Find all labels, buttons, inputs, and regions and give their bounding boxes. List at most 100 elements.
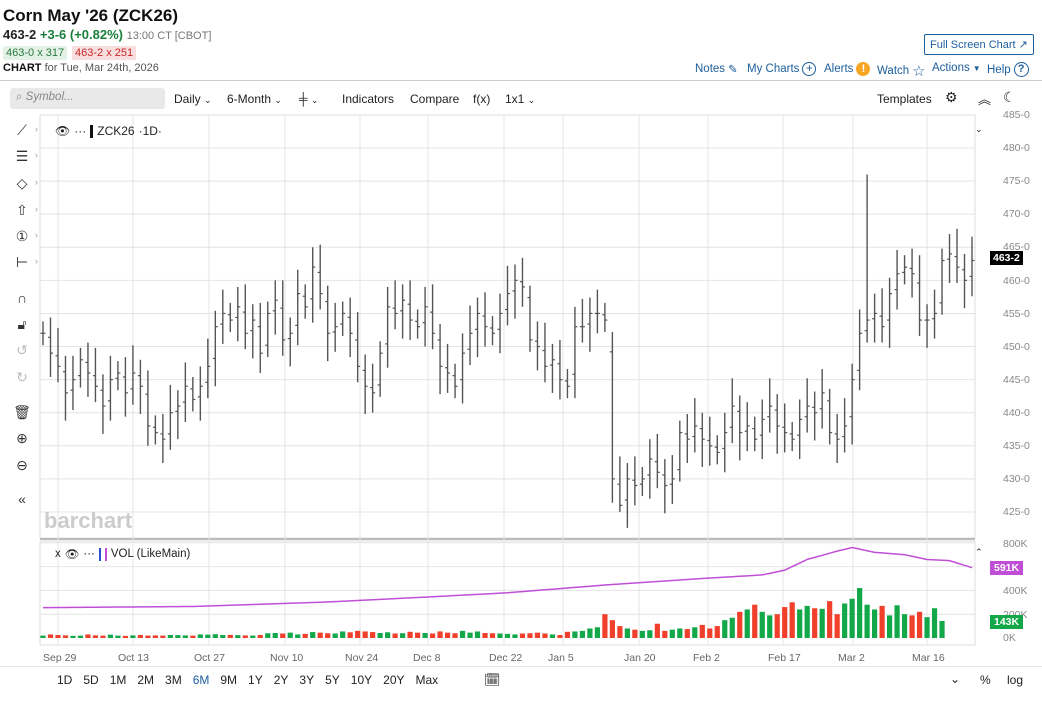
vol-axis-label: 0K bbox=[1003, 632, 1016, 644]
ohlc-bar bbox=[572, 306, 578, 399]
volume-bar bbox=[220, 635, 226, 638]
close-icon[interactable]: x bbox=[55, 548, 61, 560]
volume-bar bbox=[931, 608, 938, 638]
ohlc-bar bbox=[370, 363, 376, 413]
volume-bar bbox=[737, 611, 743, 638]
volume-bar bbox=[459, 630, 466, 638]
volume-bar bbox=[879, 605, 885, 638]
pane-menu-chevron-icon[interactable]: ⌄ bbox=[975, 124, 983, 135]
percent-toggle[interactable]: % bbox=[980, 673, 991, 687]
volume-bar bbox=[332, 633, 338, 638]
range-button-2m[interactable]: 2M bbox=[137, 673, 154, 687]
volume-bar bbox=[699, 624, 705, 638]
vol-axis-label: 800K bbox=[1003, 538, 1028, 550]
ohlc-bar bbox=[227, 302, 233, 332]
volume-bar bbox=[385, 632, 391, 638]
volume-bar bbox=[295, 634, 301, 638]
range-button-3m[interactable]: 3M bbox=[165, 673, 182, 687]
range-button-2y[interactable]: 2Y bbox=[274, 673, 289, 687]
more-dots-icon[interactable]: ··· bbox=[74, 124, 86, 138]
eye-icon[interactable]: 👁︎ bbox=[65, 547, 80, 561]
ohlc-bar bbox=[864, 174, 870, 343]
volume-bar bbox=[407, 631, 413, 638]
volume-bar bbox=[939, 620, 945, 638]
range-button-5y[interactable]: 5Y bbox=[325, 673, 340, 687]
volume-bar bbox=[497, 633, 503, 638]
ohlc-bar bbox=[452, 363, 458, 399]
ohlc-bar bbox=[954, 228, 960, 284]
volume-bar bbox=[190, 635, 196, 638]
pane-collapse-chevron-icon[interactable]: ⌃ bbox=[975, 547, 983, 558]
volume-bar bbox=[422, 633, 428, 638]
ohlc-bar bbox=[939, 248, 945, 315]
volume-bar bbox=[122, 635, 129, 638]
series-interval: ·1D· bbox=[138, 124, 162, 138]
volume-bar bbox=[857, 588, 863, 638]
volume-bar bbox=[197, 634, 203, 638]
ohlc-bar bbox=[62, 355, 68, 421]
range-button-6m[interactable]: 6M bbox=[193, 673, 210, 687]
volume-bar bbox=[362, 631, 368, 638]
range-button-10y[interactable]: 10Y bbox=[351, 673, 372, 687]
volume-bar bbox=[100, 635, 106, 638]
price-chart[interactable]: barchart bbox=[0, 0, 1042, 704]
ohlc-bar bbox=[40, 321, 46, 346]
volume-bar bbox=[85, 634, 91, 638]
ohlc-bar bbox=[122, 357, 128, 417]
volume-bar bbox=[130, 635, 136, 638]
volume-bar bbox=[744, 609, 750, 638]
volume-bar bbox=[145, 635, 151, 638]
ohlc-bar bbox=[467, 305, 473, 366]
ohlc-bar bbox=[190, 376, 196, 412]
log-toggle[interactable]: log bbox=[1007, 673, 1023, 687]
range-button-9m[interactable]: 9M bbox=[220, 673, 237, 687]
ohlc-bar bbox=[759, 399, 765, 460]
eye-icon[interactable]: 👁︎ bbox=[55, 124, 70, 138]
volume-bar bbox=[392, 633, 398, 638]
volume-bar bbox=[609, 620, 615, 638]
ohlc-bar bbox=[714, 435, 720, 465]
volume-bar bbox=[167, 635, 173, 638]
range-button-1m[interactable]: 1M bbox=[110, 673, 127, 687]
volume-bar bbox=[617, 626, 623, 638]
ohlc-bar bbox=[527, 285, 533, 352]
volume-bar bbox=[527, 633, 533, 638]
volume-bar bbox=[62, 635, 69, 638]
ohlc-bar bbox=[662, 459, 668, 514]
ohlc-bar bbox=[460, 333, 466, 404]
volume-bar bbox=[512, 634, 518, 638]
range-button-max[interactable]: Max bbox=[416, 673, 439, 687]
range-button-1d[interactable]: 1D bbox=[57, 673, 72, 687]
ohlc-bar bbox=[280, 280, 286, 356]
range-button-20y[interactable]: 20Y bbox=[383, 673, 404, 687]
ohlc-bar bbox=[295, 269, 301, 346]
ohlc-bar bbox=[639, 466, 645, 497]
ohlc-bar bbox=[242, 284, 248, 350]
calendar-icon[interactable]: 🗓︎ bbox=[484, 672, 501, 688]
range-button-3y[interactable]: 3Y bbox=[299, 673, 314, 687]
price-axis-label: 445-0 bbox=[1003, 373, 1030, 386]
volume-bar bbox=[557, 635, 563, 638]
more-dots-icon[interactable]: ··· bbox=[83, 548, 95, 560]
ohlc-bar bbox=[317, 244, 323, 310]
price-axis-label: 440-0 bbox=[1003, 406, 1030, 419]
volume-bar bbox=[47, 634, 54, 638]
date-axis-label: Mar 2 bbox=[838, 652, 865, 664]
ohlc-bar bbox=[534, 321, 540, 371]
price-pane-legend: 👁︎ ··· ZCK26·1D· bbox=[55, 124, 162, 138]
range-button-5d[interactable]: 5D bbox=[83, 673, 98, 687]
price-axis-label: 470-0 bbox=[1003, 208, 1030, 221]
ohlc-bar bbox=[617, 456, 623, 512]
ohlc-bar bbox=[430, 284, 436, 350]
ohlc-bar bbox=[557, 339, 563, 400]
price-axis-label: 435-0 bbox=[1003, 440, 1030, 452]
volume-pane-legend: x 👁︎ ··· VOL (LikeMain) bbox=[55, 547, 190, 561]
volume-bar bbox=[789, 602, 795, 638]
range-button-1y[interactable]: 1Y bbox=[248, 673, 263, 687]
ohlc-bar bbox=[407, 280, 413, 340]
volume-bar bbox=[242, 635, 248, 638]
price-axis-label: 450-0 bbox=[1003, 340, 1030, 353]
expand-down-chevrons-icon[interactable]: ⌄ bbox=[950, 672, 960, 686]
date-axis-label: Oct 27 bbox=[194, 652, 225, 664]
volume-bar bbox=[534, 632, 541, 638]
